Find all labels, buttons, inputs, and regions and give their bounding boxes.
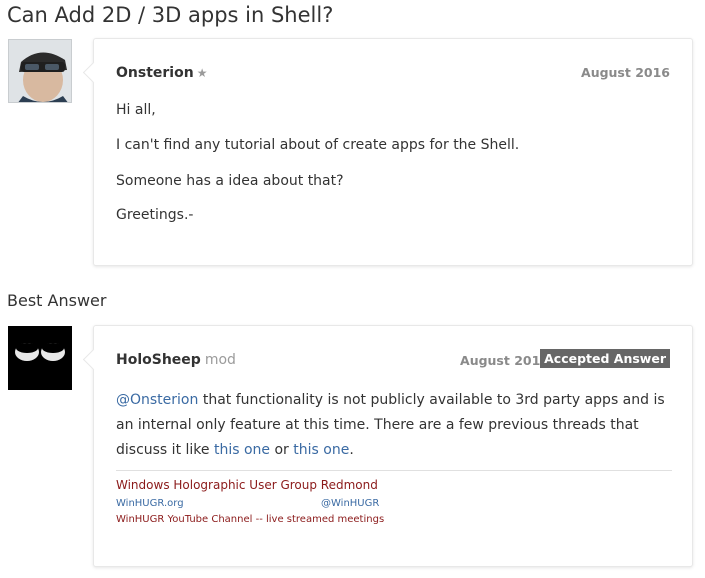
answer-text-part: . bbox=[349, 442, 354, 458]
thread-link-2[interactable]: this one bbox=[293, 442, 349, 458]
moderator-role: mod bbox=[204, 352, 236, 368]
avatar-holosheep[interactable] bbox=[8, 326, 72, 390]
post-paragraph: Greetings.- bbox=[116, 207, 194, 223]
post-author: Onsterion ★ bbox=[116, 65, 207, 81]
youtube-channel-link[interactable]: WinHUGR YouTube Channel bbox=[116, 514, 252, 525]
mention-link[interactable]: @Onsterion bbox=[116, 392, 198, 408]
winhugr-twitter-link[interactable]: @WinHUGR bbox=[321, 498, 379, 509]
answer-text-part: or bbox=[270, 442, 294, 458]
answer-post: HoloSheep mod August 2016 Accepted Answer… bbox=[93, 325, 693, 567]
winhugr-site-link[interactable]: WinHUGR.org bbox=[116, 498, 184, 509]
post-paragraph: Hi all, bbox=[116, 102, 156, 118]
user-photo bbox=[9, 40, 71, 102]
signature-title: Windows Holographic User Group Redmond bbox=[116, 478, 378, 492]
question-post: Onsterion ★ August 2016 Hi all, I can't f… bbox=[93, 38, 693, 266]
author-name-link[interactable]: Onsterion bbox=[116, 65, 194, 81]
page-title: Can Add 2D / 3D apps in Shell? bbox=[7, 3, 334, 27]
post-date[interactable]: August 2016 bbox=[581, 65, 670, 80]
answer-text: @Onsterion that functionality is not pub… bbox=[116, 388, 676, 463]
youtube-suffix: -- live streamed meetings bbox=[252, 514, 385, 525]
post-date[interactable]: August 2016 bbox=[460, 353, 549, 368]
signature-youtube-line: WinHUGR YouTube Channel -- live streamed… bbox=[116, 514, 384, 525]
post-paragraph: I can't find any tutorial about of creat… bbox=[116, 137, 520, 153]
author-name-link[interactable]: HoloSheep bbox=[116, 352, 201, 368]
accepted-answer-badge: Accepted Answer bbox=[540, 349, 670, 368]
thread-link-1[interactable]: this one bbox=[214, 442, 270, 458]
post-author: HoloSheep mod bbox=[116, 352, 236, 368]
post-paragraph: Someone has a idea about that? bbox=[116, 173, 344, 189]
star-icon: ★ bbox=[196, 66, 208, 80]
best-answer-heading: Best Answer bbox=[7, 291, 107, 310]
avatar-onsterion[interactable] bbox=[8, 39, 72, 103]
sheep-eyes-avatar bbox=[8, 326, 72, 390]
answer-text-part: that functionality is not publicly avail… bbox=[116, 392, 665, 458]
signature-divider bbox=[116, 470, 672, 471]
